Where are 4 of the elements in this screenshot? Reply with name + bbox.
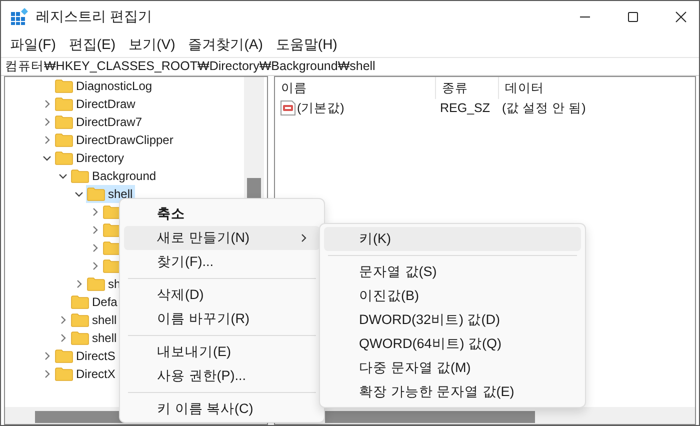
table-cell-text: (값 설정 안 됨) — [501, 100, 587, 116]
table-cell: (기본값) — [297, 100, 344, 116]
window-title: 레지스트리 편집기 — [36, 8, 152, 26]
table-cell-text: REG_SZ — [439, 101, 492, 115]
